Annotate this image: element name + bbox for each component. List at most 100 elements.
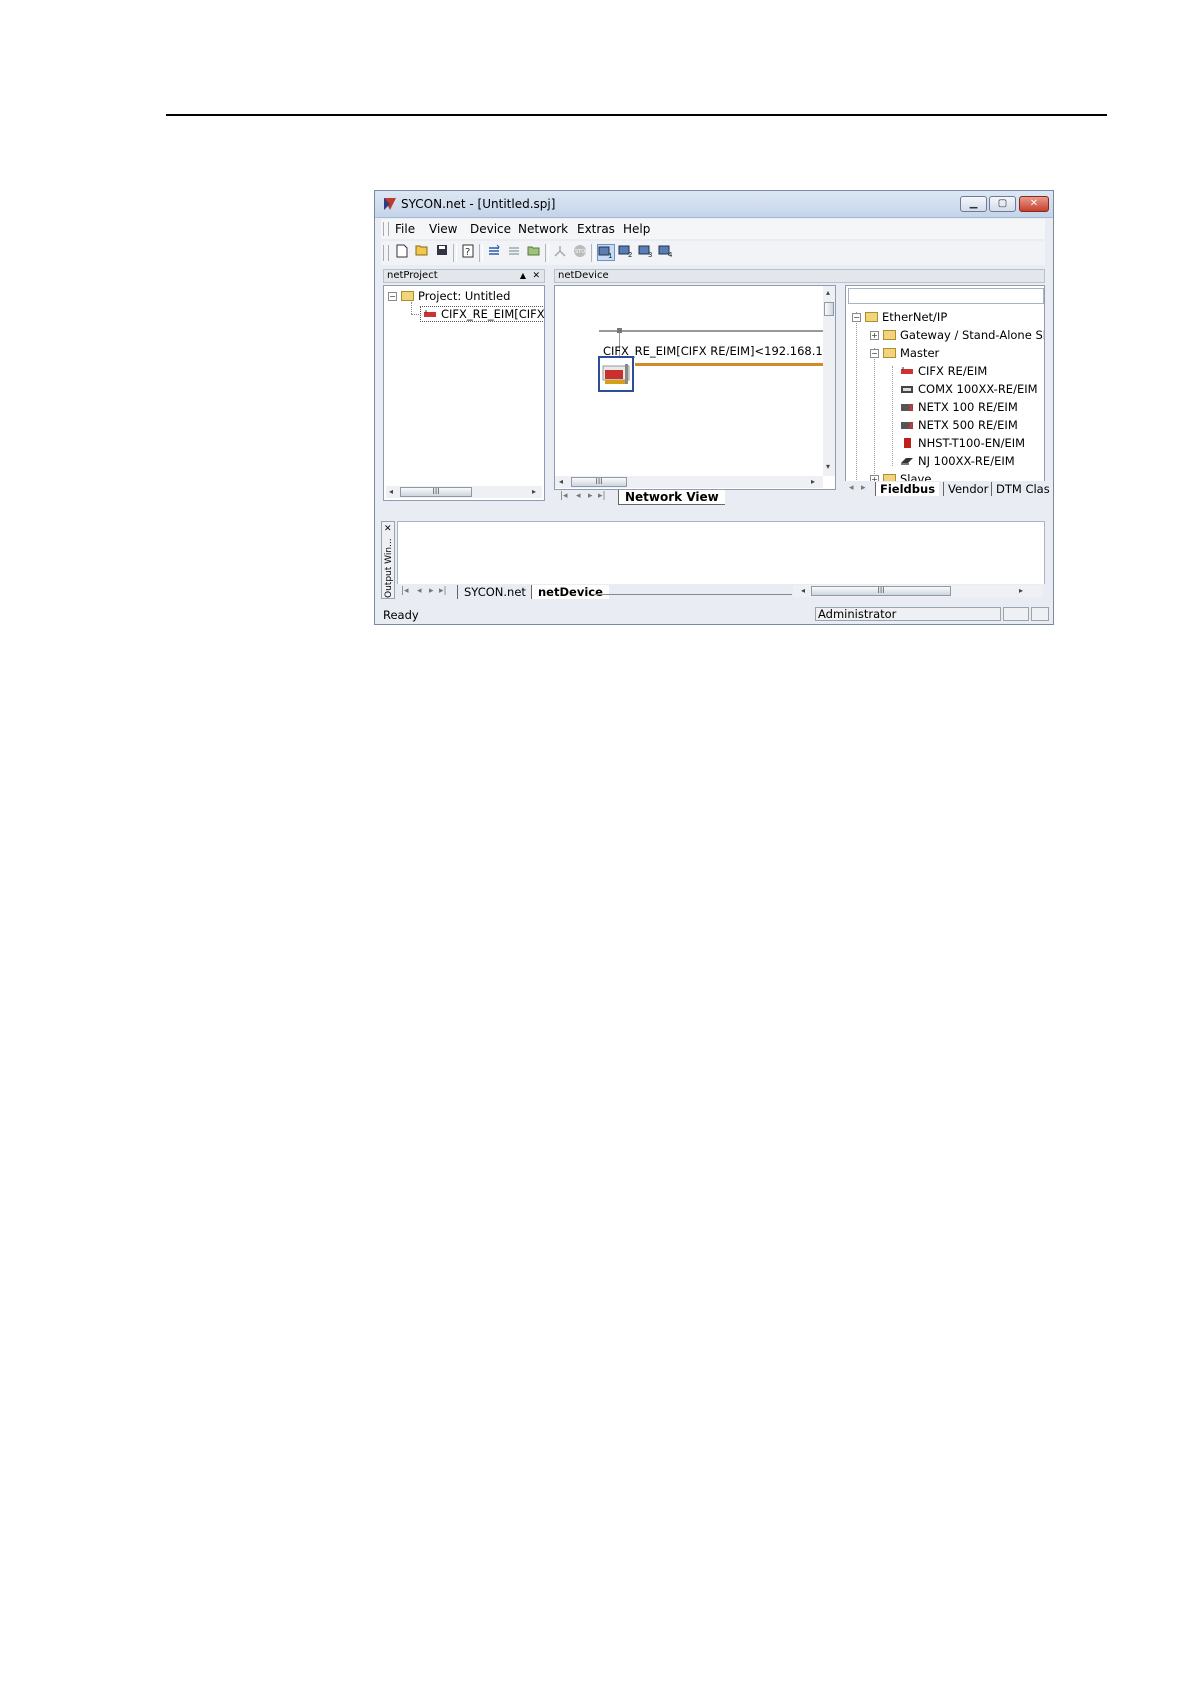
menu-network[interactable]: Network	[518, 222, 568, 236]
tab-last-icon[interactable]: ▸|	[598, 491, 606, 501]
folder-icon	[883, 348, 896, 358]
maximize-button[interactable]: ▢	[989, 196, 1016, 212]
tab-next-icon[interactable]: ▸	[429, 586, 434, 596]
tab-fieldbus[interactable]: Fieldbus	[875, 482, 940, 496]
scroll-up-icon[interactable]: ▴	[826, 288, 830, 297]
menu-extras[interactable]: Extras	[577, 222, 615, 236]
scroll-right-icon[interactable]: ▸	[532, 487, 536, 496]
save-icon[interactable]	[433, 244, 451, 261]
svg-text:2: 2	[628, 251, 632, 258]
pin-icon[interactable]: ▲	[520, 270, 526, 282]
catalog-tabstrip: ◂ ▸ Fieldbus Vendor DTM Clas	[845, 481, 1050, 497]
scroll-thumb[interactable]	[824, 302, 834, 316]
project-label: Project: Untitled	[418, 289, 511, 303]
tab-netdevice[interactable]: netDevice	[531, 585, 609, 599]
scroll-right-icon[interactable]: ▸	[1019, 586, 1023, 595]
pci-card-icon	[602, 364, 630, 384]
resize-grip[interactable]	[1031, 607, 1049, 621]
network-view-hscrollbar[interactable]: ◂ III ▸	[555, 476, 823, 488]
stop-icon[interactable]: STOP	[571, 244, 589, 261]
pane-close-icon[interactable]: ✕	[532, 270, 540, 282]
tab-next-icon[interactable]: ▸	[588, 491, 593, 501]
catalog-item-netx500[interactable]: NETX 500 RE/EIM	[900, 418, 1018, 432]
comx-module-icon	[901, 386, 913, 393]
catalog-node-ethernetip[interactable]: − EtherNet/IP	[852, 310, 947, 324]
scroll-left-icon[interactable]: ◂	[389, 487, 393, 496]
tab-prev-icon[interactable]: ◂	[417, 586, 422, 596]
menu-device[interactable]: Device	[470, 222, 511, 236]
scroll-thumb[interactable]: III	[400, 487, 472, 497]
device-label: CIFX_RE_EIM[CIFX R	[441, 307, 545, 321]
output-hscrollbar[interactable]: ◂ III ▸	[793, 585, 1043, 597]
catalog-node-gateway[interactable]: + Gateway / Stand-Alone Sla	[870, 328, 1045, 342]
netproject-pane: − Project: Untitled CIFX_RE_EIM[CIFX R ◂ …	[383, 285, 545, 501]
tab-vendor[interactable]: Vendor	[943, 482, 992, 496]
view2-icon[interactable]: 2	[617, 244, 635, 261]
toolbar-grip[interactable]	[383, 245, 389, 261]
scroll-thumb[interactable]: III	[571, 477, 627, 487]
scroll-thumb[interactable]: III	[811, 586, 951, 596]
tab-next-icon[interactable]: ▸	[861, 483, 866, 493]
pci-card-icon	[424, 310, 436, 317]
minimize-button[interactable]: ▁	[960, 196, 987, 212]
netproject-title: netProject	[387, 270, 438, 281]
catalog-search-input[interactable]	[848, 288, 1044, 304]
new-icon[interactable]	[393, 244, 411, 261]
catalog-item-netx100[interactable]: NETX 100 RE/EIM	[900, 400, 1018, 414]
scroll-right-icon[interactable]: ▸	[811, 477, 815, 486]
device-node[interactable]: CIFX_RE_EIM[CIFX R	[420, 306, 545, 322]
tab-first-icon[interactable]: |◂	[560, 491, 568, 501]
tree-connector	[892, 366, 894, 466]
open-icon[interactable]	[413, 244, 431, 261]
collapse-icon[interactable]: −	[852, 313, 861, 322]
tab-prev-icon[interactable]: ◂	[849, 483, 854, 493]
help-icon[interactable]: ?	[459, 244, 477, 261]
catalog-node-master[interactable]: − Master	[870, 346, 939, 360]
red-device-icon	[904, 438, 911, 448]
output-tabstrip: |◂ ◂ ▸ ▸| SYCON.net netDevice ◂ III ▸	[397, 584, 1045, 600]
collapse-icon[interactable]: −	[870, 349, 879, 358]
title-bar[interactable]: SYCON.net - [Untitled.spj] ▁ ▢ ✕	[375, 191, 1053, 218]
tab-network-view[interactable]: Network View	[618, 490, 725, 505]
menubar-grip[interactable]	[383, 222, 389, 236]
menu-bar: File View Device Network Extras Help	[381, 219, 1045, 239]
tab-sycon-net[interactable]: SYCON.net	[457, 585, 532, 599]
netproject-hscrollbar[interactable]: ◂ III ▸	[386, 486, 542, 498]
tab-first-icon[interactable]: |◂	[401, 586, 409, 596]
connect-icon[interactable]	[551, 244, 569, 261]
catalog-item-comx[interactable]: COMX 100XX-RE/EIM	[900, 382, 1038, 396]
scroll-left-icon[interactable]: ◂	[559, 477, 563, 486]
tree-connector	[411, 302, 413, 314]
project-node[interactable]: − Project: Untitled	[388, 289, 510, 303]
network-view-vscrollbar[interactable]: ▴ ▾	[823, 286, 835, 476]
view4-icon[interactable]: 4	[657, 244, 675, 261]
upload-icon[interactable]	[485, 244, 503, 261]
scroll-down-icon[interactable]: ▾	[826, 462, 830, 471]
chip-icon	[901, 403, 914, 412]
svg-text:1: 1	[608, 252, 612, 259]
tab-dtm-class[interactable]: DTM Clas	[991, 482, 1053, 496]
scroll-left-icon[interactable]: ◂	[801, 586, 805, 595]
output-close-icon[interactable]: ✕	[384, 524, 392, 534]
menu-file[interactable]: File	[395, 222, 415, 236]
catalog-item-nj[interactable]: NJ 100XX-RE/EIM	[900, 454, 1015, 468]
folder-tools-icon[interactable]	[525, 244, 543, 261]
svg-text:?: ?	[465, 247, 470, 258]
folder-icon	[865, 312, 878, 322]
tab-prev-icon[interactable]: ◂	[576, 491, 581, 501]
user-field: Administrator	[815, 607, 1001, 621]
view1-icon[interactable]: 1	[597, 244, 615, 261]
catalog-node-label: Gateway / Stand-Alone Sla	[900, 328, 1045, 342]
close-button[interactable]: ✕	[1019, 196, 1049, 212]
tabstrip-divider	[592, 594, 792, 595]
view3-icon[interactable]: 3	[637, 244, 655, 261]
download-icon[interactable]	[505, 244, 523, 261]
menu-view[interactable]: View	[429, 222, 457, 236]
device-node-box[interactable]	[598, 356, 634, 392]
tab-last-icon[interactable]: ▸|	[439, 586, 447, 596]
collapse-icon[interactable]: −	[388, 292, 397, 301]
catalog-item-nhst[interactable]: NHST-T100-EN/EIM	[900, 436, 1025, 450]
catalog-item-cifx[interactable]: CIFX RE/EIM	[900, 364, 987, 378]
menu-help[interactable]: Help	[623, 222, 650, 236]
expand-icon[interactable]: +	[870, 331, 879, 340]
